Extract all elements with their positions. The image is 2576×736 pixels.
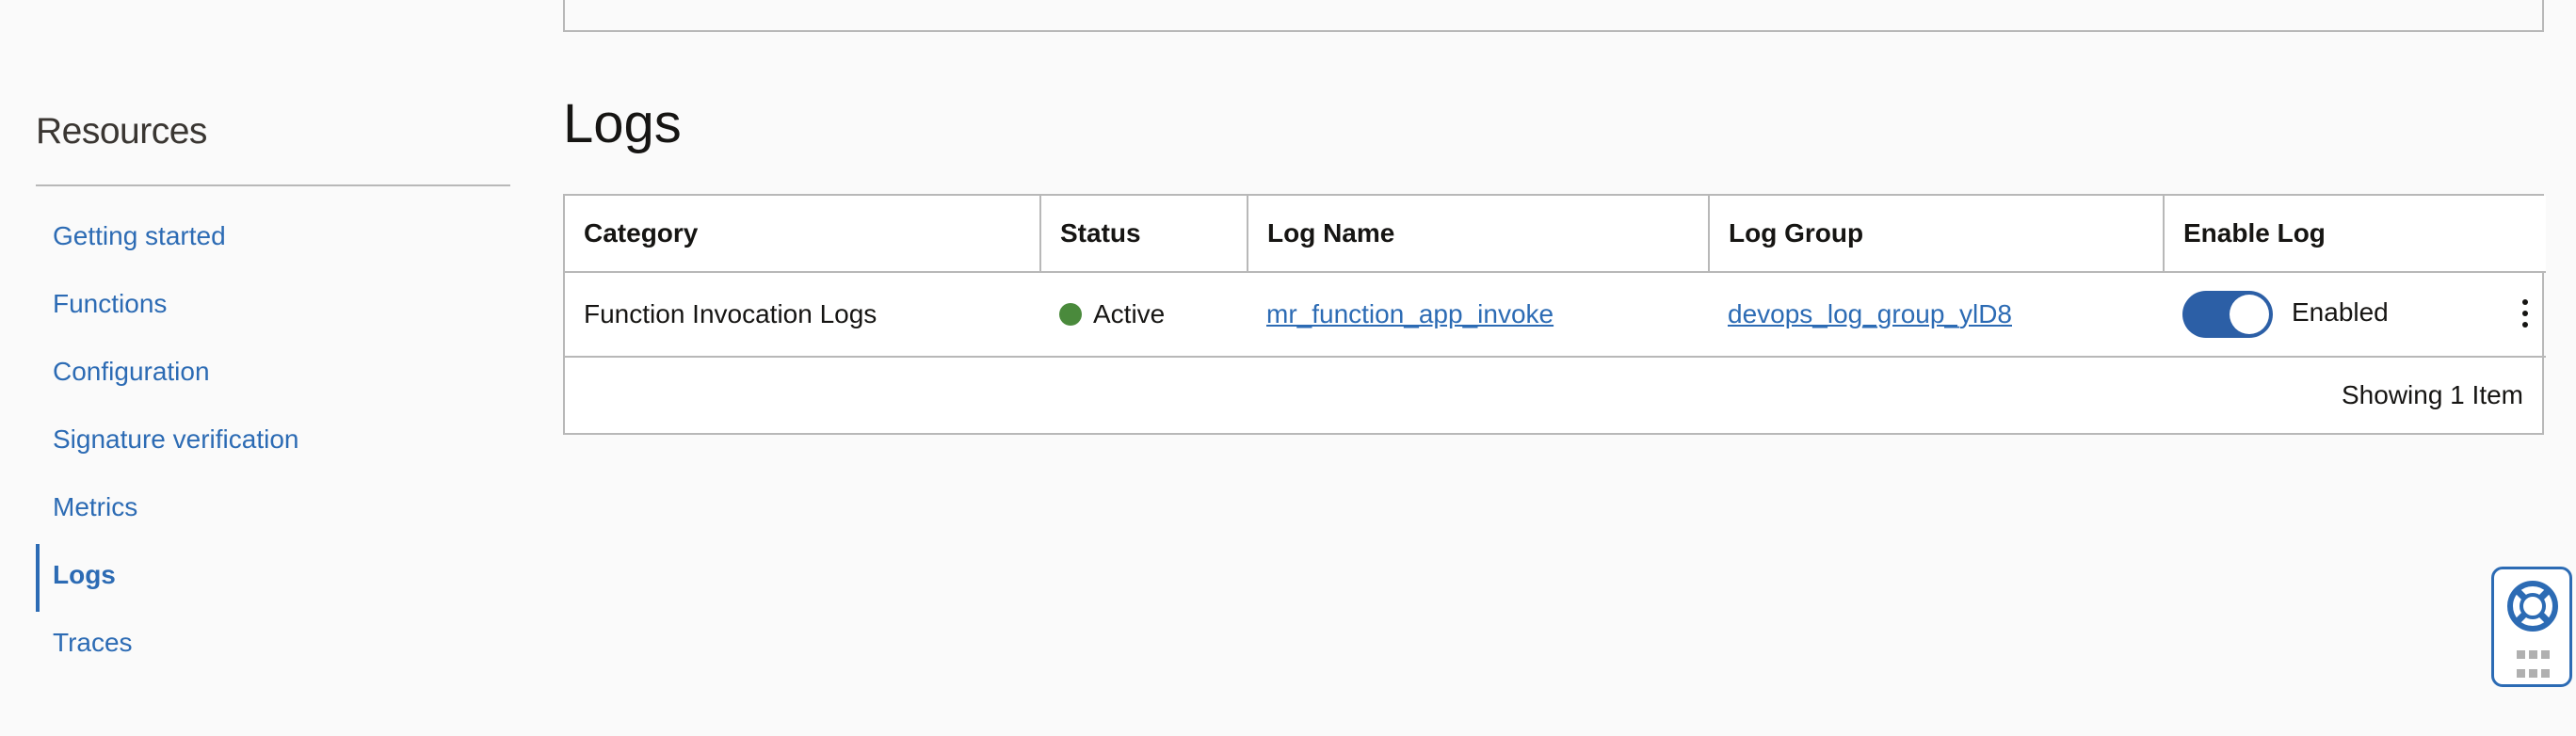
column-header-category[interactable]: Category bbox=[565, 196, 1041, 273]
sidebar-title: Resources bbox=[36, 111, 207, 152]
cell-log-group: devops_log_group_ylD8 bbox=[1709, 272, 2164, 358]
table-item-count: Showing 1 Item bbox=[2342, 380, 2523, 409]
enable-log-toggle[interactable] bbox=[2182, 291, 2273, 338]
column-header-log-name[interactable]: Log Name bbox=[1248, 196, 1710, 273]
enable-log-label: Enabled bbox=[2292, 297, 2389, 327]
sidebar-item-getting-started[interactable]: Getting started bbox=[36, 211, 510, 279]
status-text: Active bbox=[1093, 299, 1166, 328]
sidebar-item-metrics[interactable]: Metrics bbox=[36, 482, 510, 550]
sidebar-item-configuration[interactable]: Configuration bbox=[36, 346, 510, 414]
cell-enable-log: Enabled bbox=[2164, 272, 2546, 358]
logs-table: Category Status Log Name Log Group Enabl… bbox=[565, 196, 2546, 358]
table-row: Function Invocation Logs Active mr_funct… bbox=[565, 272, 2546, 358]
sidebar-item-functions[interactable]: Functions bbox=[36, 279, 510, 346]
main-content: Logs Category Status Log Name Log Group bbox=[563, 90, 2546, 435]
status-active-dot-icon bbox=[1059, 303, 1082, 326]
lifebuoy-icon bbox=[2507, 581, 2558, 632]
log-group-link[interactable]: devops_log_group_ylD8 bbox=[1728, 299, 2012, 328]
help-widget-button[interactable] bbox=[2491, 567, 2572, 687]
resources-sidebar: Resources Getting started Functions Conf… bbox=[36, 104, 510, 685]
toggle-knob bbox=[2230, 295, 2269, 334]
logs-table-container: Category Status Log Name Log Group Enabl… bbox=[563, 194, 2546, 435]
cell-status: Active bbox=[1040, 272, 1248, 358]
page: Resources Getting started Functions Conf… bbox=[0, 0, 2576, 736]
column-header-status[interactable]: Status bbox=[1040, 196, 1248, 273]
page-title: Logs bbox=[563, 93, 682, 154]
table-header-row: Category Status Log Name Log Group Enabl… bbox=[565, 196, 2546, 273]
column-header-enable-log[interactable]: Enable Log bbox=[2164, 196, 2546, 273]
previous-section-card bbox=[563, 0, 2544, 32]
sidebar-item-traces[interactable]: Traces bbox=[36, 617, 510, 685]
cell-log-name: mr_function_app_invoke bbox=[1248, 272, 1709, 358]
kebab-menu-icon[interactable] bbox=[2520, 299, 2531, 329]
sidebar-divider bbox=[36, 184, 510, 186]
drag-handle-icon[interactable] bbox=[2515, 650, 2556, 688]
resources-nav: Getting started Functions Configuration … bbox=[36, 211, 510, 685]
column-header-log-group[interactable]: Log Group bbox=[1709, 196, 2165, 273]
sidebar-item-signature-verification[interactable]: Signature verification bbox=[36, 414, 510, 482]
sidebar-item-logs[interactable]: Logs bbox=[36, 544, 510, 617]
log-name-link[interactable]: mr_function_app_invoke bbox=[1266, 299, 1554, 328]
cell-category: Function Invocation Logs bbox=[565, 272, 1040, 358]
